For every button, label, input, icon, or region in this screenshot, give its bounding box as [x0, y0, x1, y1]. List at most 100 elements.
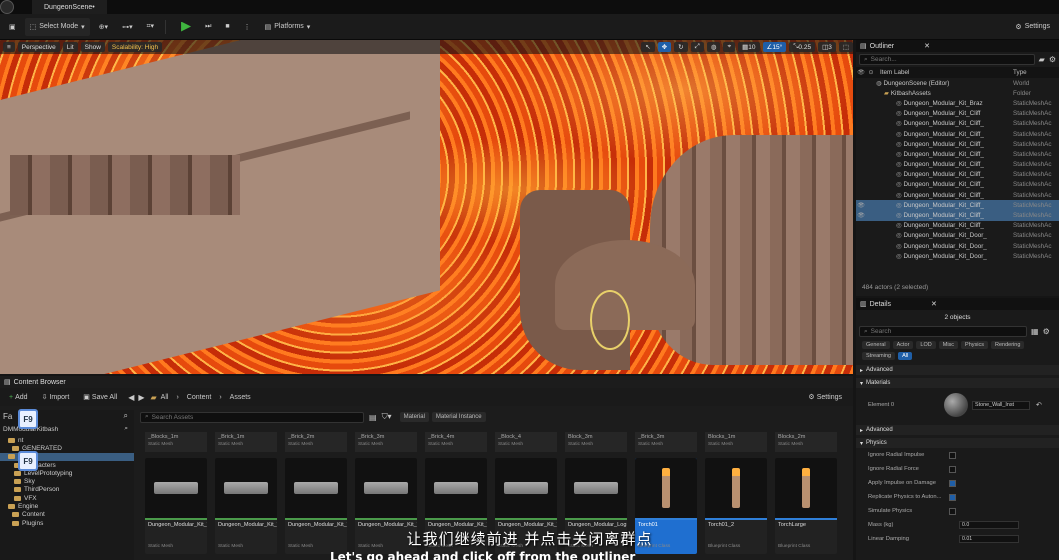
- favorites-label[interactable]: Fa: [3, 412, 12, 421]
- outliner-row[interactable]: ◎ Dungeon_Modular_Kit_Door_ StaticMeshAc: [856, 241, 1059, 251]
- lit-button[interactable]: Lit: [62, 42, 78, 52]
- asset-tile[interactable]: _Block_4 Static Mesh: [495, 432, 557, 452]
- advanced-section[interactable]: ▸ Advanced: [856, 365, 1059, 375]
- selection-gizmo[interactable]: [590, 290, 630, 350]
- outliner-row[interactable]: 👁 ◎ Dungeon_Modular_Kit_Cliff_ StaticMeshAc: [856, 210, 1059, 221]
- visibility-icon[interactable]: 👁: [856, 202, 866, 209]
- settings-icon[interactable]: ⚙: [1043, 327, 1050, 336]
- outliner-row[interactable]: ◎ Dungeon_Modular_Kit_Cliff_ StaticMeshAc: [856, 160, 1059, 170]
- asset-tile[interactable]: _Blocks_1m Static Mesh: [145, 432, 207, 452]
- folder-tree-item[interactable]: nt: [0, 436, 134, 444]
- folder-tree-item[interactable]: ThirdPerson: [0, 486, 134, 494]
- asset-tile[interactable]: _Brick_2m Static Mesh: [285, 432, 347, 452]
- outliner-row[interactable]: ◍ DungeonScene (Editor) World: [856, 78, 1059, 88]
- folder-tree-item[interactable]: Sky: [0, 477, 134, 485]
- scale-snap-button[interactable]: ⤡ 0.25: [789, 42, 816, 52]
- visibility-icon[interactable]: 👁: [856, 212, 866, 219]
- folder-tree-item[interactable]: VFX: [0, 494, 134, 502]
- save-all-button[interactable]: ▣ Save All: [78, 388, 122, 406]
- content-browser-tab[interactable]: ▤ Content Browser: [0, 376, 70, 388]
- advanced-section-2[interactable]: ▸ Advanced: [856, 425, 1059, 435]
- filter-chip-physics[interactable]: Physics: [961, 341, 988, 349]
- outliner-row[interactable]: ◎ Dungeon_Modular_Kit_Cliff StaticMeshAc: [856, 109, 1059, 119]
- asset-tile[interactable]: _Brick_1m Static Mesh: [215, 432, 277, 452]
- advance-frame-icon[interactable]: ⏭: [200, 18, 216, 36]
- play-button[interactable]: [176, 18, 196, 36]
- outliner-row[interactable]: ◎ Dungeon_Modular_Kit_Cliff_ StaticMeshAc: [856, 129, 1059, 139]
- breadcrumb-content[interactable]: Content: [187, 394, 212, 401]
- material-dropdown[interactable]: Stone_Wall_Inst: [972, 400, 1030, 410]
- perspective-button[interactable]: Perspective: [17, 42, 60, 52]
- filter-chip-misc[interactable]: Misc: [938, 341, 959, 349]
- select-icon[interactable]: ↖: [641, 42, 655, 52]
- outliner-row[interactable]: ▰ KitbashAssets Folder: [856, 88, 1059, 98]
- blueprint-icon[interactable]: ⊶▾: [117, 18, 138, 36]
- asset-tile[interactable]: Blocks_1m Static Mesh: [705, 432, 767, 452]
- level-tab[interactable]: DungeonScene•: [32, 0, 107, 14]
- asset-search-input[interactable]: ⌕ Search Assets: [140, 411, 364, 423]
- outliner-row[interactable]: ◎ Dungeon_Modular_Kit_Cliff_ StaticMeshAc: [856, 221, 1059, 231]
- search-icon[interactable]: ⌕: [124, 411, 128, 421]
- materials-section[interactable]: ▾ Materials: [856, 378, 1059, 388]
- grid-snap-button[interactable]: ▦ 10: [738, 42, 760, 52]
- stop-icon[interactable]: ■: [220, 18, 234, 36]
- unreal-logo-icon[interactable]: [0, 0, 14, 14]
- filter-chip-general[interactable]: General: [862, 341, 890, 349]
- surface-snap-icon[interactable]: ⌖: [723, 42, 736, 52]
- details-search-input[interactable]: ⌕ Search: [859, 326, 1027, 337]
- col-type[interactable]: Type: [1013, 69, 1059, 76]
- material-thumbnail[interactable]: [944, 393, 968, 417]
- translate-icon[interactable]: ✥: [657, 42, 672, 52]
- angle-snap-button[interactable]: ∠ 15°: [762, 42, 787, 52]
- filter-chip-all[interactable]: All: [898, 352, 913, 360]
- world-icon[interactable]: ◍: [706, 42, 721, 52]
- folder-tree-item[interactable]: Engine: [0, 502, 134, 510]
- scale-icon[interactable]: ⤢: [690, 42, 704, 52]
- content-settings-button[interactable]: ⚙ Settings: [803, 388, 847, 406]
- filter-chip-material-instance[interactable]: Material Instance: [431, 412, 486, 422]
- filter-chip-lod[interactable]: LOD: [916, 341, 936, 349]
- show-button[interactable]: Show: [80, 42, 105, 52]
- camera-speed-button[interactable]: ◫ 3: [818, 42, 836, 52]
- outliner-row[interactable]: ◎ Dungeon_Modular_Kit_Cliff_ StaticMeshAc: [856, 119, 1059, 129]
- property-checkbox[interactable]: [949, 451, 956, 459]
- save-icon[interactable]: ▣: [4, 18, 21, 36]
- outliner-row[interactable]: ◎ Dungeon_Modular_Kit_Door_ StaticMeshAc: [856, 251, 1059, 261]
- property-checkbox[interactable]: [949, 493, 956, 501]
- outliner-row[interactable]: 👁 ◎ Dungeon_Modular_Kit_Cliff_ StaticMeshAc: [856, 200, 1059, 211]
- filter-chip-streaming[interactable]: Streaming: [862, 352, 896, 360]
- col-item-label[interactable]: Item Label: [880, 69, 909, 76]
- outliner-row[interactable]: ◎ Dungeon_Modular_Kit_Cliff_ StaticMeshAc: [856, 190, 1059, 200]
- scalability-badge[interactable]: Scalability: High: [107, 42, 163, 52]
- physics-section[interactable]: ▾ Physics: [856, 438, 1059, 448]
- cinematics-icon[interactable]: ⌗▾: [142, 18, 159, 36]
- property-checkbox[interactable]: [949, 507, 956, 515]
- close-icon[interactable]: ✕: [924, 42, 930, 50]
- outliner-row[interactable]: ◎ Dungeon_Modular_Kit_Cliff_ StaticMeshAc: [856, 139, 1059, 149]
- folder-tree-item[interactable]: Plugins: [0, 519, 134, 527]
- asset-tile[interactable]: _Brick_3m Static Mesh: [635, 432, 697, 452]
- platforms-dropdown[interactable]: ▤ Platforms ▾: [260, 18, 316, 36]
- filter-chip-actor[interactable]: Actor: [892, 341, 914, 349]
- folder-add-icon[interactable]: ▰: [1039, 55, 1045, 64]
- viewport-menu-icon[interactable]: ≡: [3, 42, 15, 52]
- property-checkbox[interactable]: [949, 479, 956, 487]
- asset-tile[interactable]: Block_3m Static Mesh: [565, 432, 627, 452]
- property-checkbox[interactable]: [949, 465, 956, 473]
- more-options-icon[interactable]: ⋮: [239, 18, 256, 36]
- outliner-row[interactable]: ◎ Dungeon_Modular_Kit_Cliff_ StaticMeshAc: [856, 170, 1059, 180]
- grid-view-icon[interactable]: ▦: [1031, 327, 1039, 336]
- save-search-icon[interactable]: ▤: [369, 413, 377, 422]
- select-mode-dropdown[interactable]: ⬚ Select Mode ▾: [24, 17, 90, 36]
- add-button[interactable]: + Add: [4, 388, 33, 406]
- settings-icon[interactable]: ⚙: [1049, 55, 1056, 64]
- close-icon[interactable]: ✕: [931, 300, 937, 308]
- outliner-row[interactable]: ◎ Dungeon_Modular_Kit_Door_ StaticMeshAc: [856, 231, 1059, 241]
- settings-button[interactable]: ⚙ Settings: [1010, 18, 1055, 36]
- outliner-row[interactable]: ◎ Dungeon_Modular_Kit_Cliff_ StaticMeshAc: [856, 180, 1059, 190]
- asset-tile[interactable]: _Brick_3m Static Mesh: [355, 432, 417, 452]
- import-button[interactable]: ⇩ Import: [37, 388, 75, 406]
- rotate-icon[interactable]: ↻: [674, 42, 688, 52]
- asset-tile[interactable]: Blocks_2m Static Mesh: [775, 432, 837, 452]
- folder-tree-item[interactable]: Content: [0, 511, 134, 519]
